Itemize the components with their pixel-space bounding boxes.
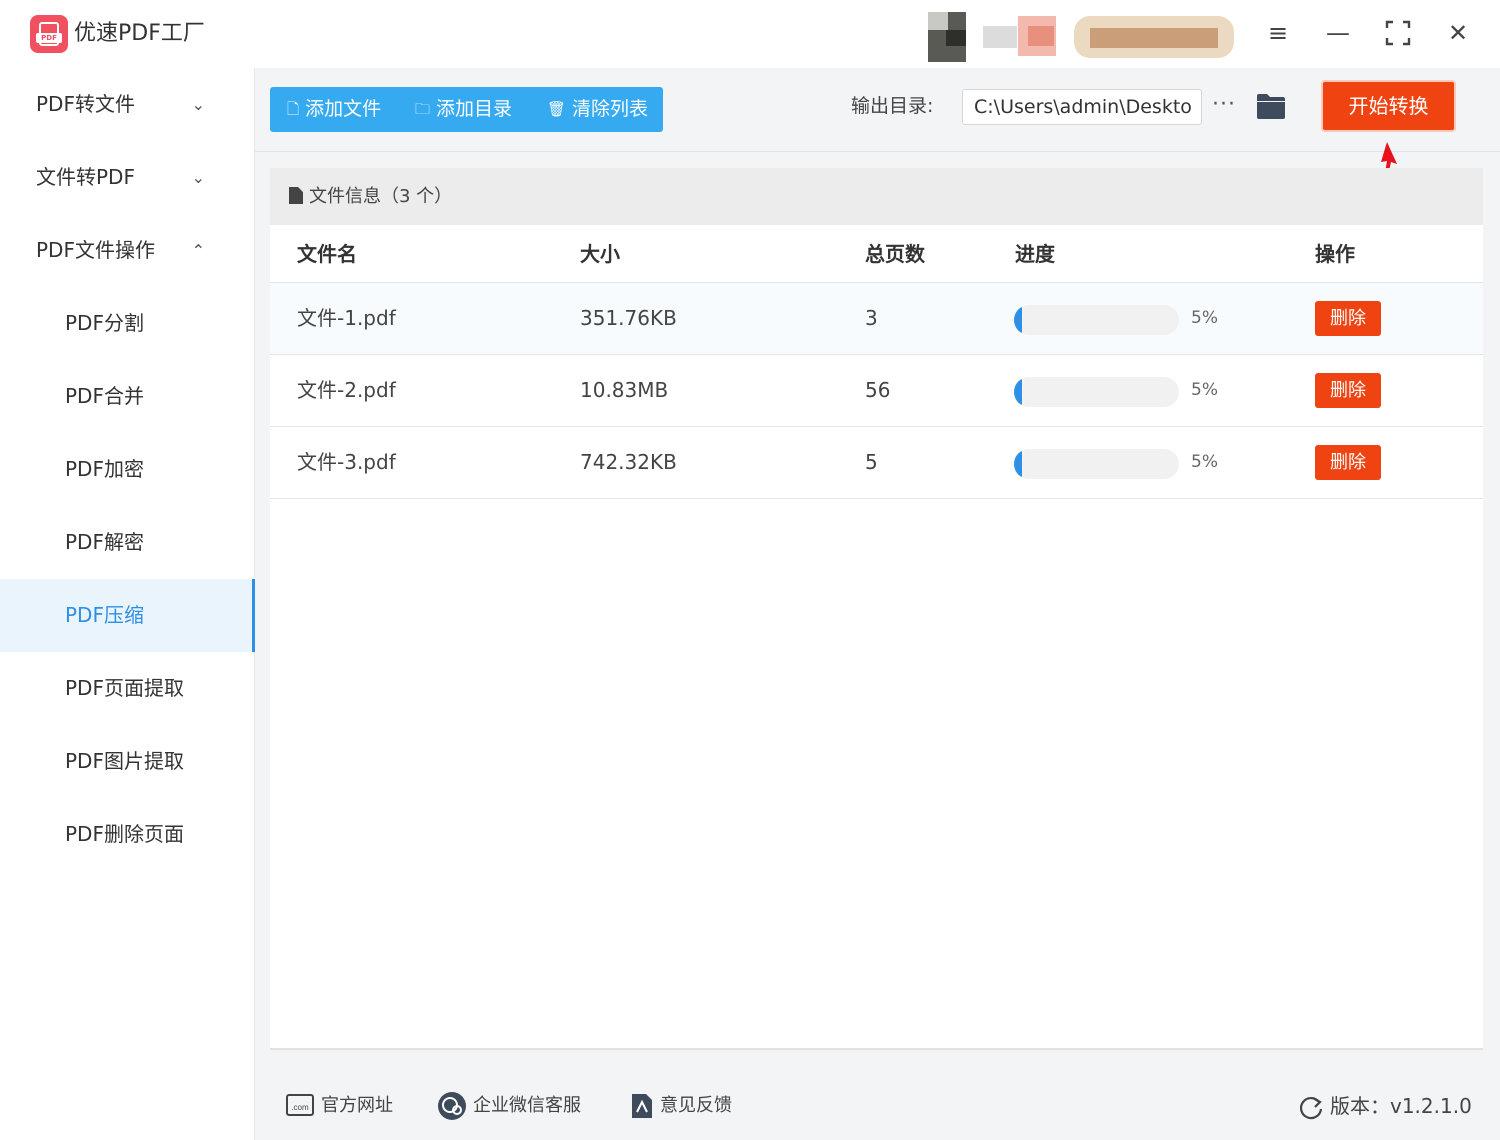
delete-button[interactable]: 删除 (1315, 373, 1381, 408)
main-area: 🗋 添加文件 🗀 添加目录 🗑 清除列表 输出目录: ··· 开始转换 文件信息（3 … (255, 68, 1500, 1140)
file-icon: 🗋 (287, 100, 300, 118)
sidebar-item-pdf-image-extract[interactable]: PDF图片提取 (0, 725, 255, 798)
sidebar-item-pdf-decrypt[interactable]: PDF解密 (0, 506, 255, 579)
refresh-icon (1299, 1096, 1323, 1119)
website-label: 官方网址 (321, 1095, 393, 1116)
version-info[interactable]: 版本：v1.2.1.0 (1298, 1090, 1472, 1122)
add-folder-label: 添加目录 (436, 98, 513, 120)
app-logo-icon: PDF (30, 15, 68, 53)
wechat-icon (438, 1092, 466, 1120)
start-convert-button[interactable]: 开始转换 (1321, 80, 1456, 132)
file-action-group: 🗋 添加文件 🗀 添加目录 🗑 清除列表 (270, 87, 663, 132)
app-title: 优速PDF工厂 (74, 21, 205, 46)
progress-text: 5% (1191, 380, 1218, 400)
sidebar-group-pdf-to-file[interactable]: PDF转文件 ⌄ (0, 68, 255, 141)
progress-text: 5% (1191, 452, 1218, 472)
file-name: 文件-2.pdf (297, 378, 396, 402)
folder-outline-icon: 🗀 (415, 100, 431, 118)
file-size: 351.76KB (580, 306, 677, 330)
sidebar-item-pdf-compress[interactable]: PDF压缩 (0, 579, 255, 652)
file-size: 10.83MB (580, 378, 669, 402)
sidebar-group-label: PDF文件操作 (36, 238, 155, 262)
column-header-filename: 文件名 (297, 242, 357, 266)
sidebar-item-pdf-split[interactable]: PDF分割 (0, 287, 255, 360)
sidebar-group-label: 文件转PDF (36, 165, 135, 189)
file-list-panel: 文件信息（3 个） 文件名 大小 总页数 进度 操作 文件-1.pdf 351.… (270, 168, 1483, 1050)
feedback-icon (632, 1094, 652, 1118)
website-icon: .com (286, 1094, 314, 1116)
sidebar-item-pdf-delete-pages[interactable]: PDF删除页面 (0, 798, 255, 871)
column-header-action: 操作 (1315, 242, 1355, 266)
table-row: 文件-3.pdf 742.32KB 5 5% 删除 (270, 427, 1483, 499)
file-pages: 5 (865, 450, 878, 474)
wechat-label: 企业微信客服 (473, 1095, 581, 1116)
app-logo-text: PDF (36, 33, 62, 43)
minimize-icon[interactable]: — (1323, 18, 1353, 48)
file-pages: 3 (865, 306, 878, 330)
progress-bar (1014, 305, 1179, 335)
version-label: 版本：v1.2.1.0 (1330, 1094, 1472, 1118)
toolbar: 🗋 添加文件 🗀 添加目录 🗑 清除列表 输出目录: ··· 开始转换 (255, 68, 1500, 208)
file-name: 文件-3.pdf (297, 450, 396, 474)
chevron-up-icon: ⌃ (191, 241, 205, 260)
file-info-title: 文件信息（3 个） (309, 186, 453, 207)
trash-icon: 🗑 (547, 100, 567, 118)
sidebar-group-label: PDF转文件 (36, 92, 135, 116)
sidebar-item-pdf-encrypt[interactable]: PDF加密 (0, 433, 255, 506)
add-file-button[interactable]: 🗋 添加文件 (287, 87, 381, 132)
file-info-header: 文件信息（3 个） (270, 168, 1483, 225)
chevron-down-icon: ⌄ (191, 95, 205, 114)
title-bar: PDF 优速PDF工厂 ≡ — ✕ (0, 0, 1500, 68)
chevron-down-icon: ⌄ (191, 168, 205, 187)
progress-bar (1014, 449, 1179, 479)
feedback-link[interactable]: 意见反馈 (630, 1090, 732, 1122)
add-file-label: 添加文件 (305, 98, 382, 120)
fullscreen-icon[interactable] (1383, 18, 1413, 48)
more-options-icon[interactable]: ··· (1212, 90, 1236, 120)
table-row: 文件-2.pdf 10.83MB 56 5% 删除 (270, 355, 1483, 427)
wechat-support-link[interactable]: 企业微信客服 (437, 1090, 581, 1122)
output-dir-input[interactable] (962, 89, 1202, 125)
feedback-label: 意见反馈 (660, 1095, 732, 1116)
progress-text: 5% (1191, 308, 1218, 328)
document-icon (289, 187, 303, 204)
sidebar-group-pdf-operations[interactable]: PDF文件操作 ⌃ (0, 214, 255, 287)
table-row: 文件-1.pdf 351.76KB 3 5% 删除 (270, 283, 1483, 355)
file-pages: 56 (865, 378, 891, 402)
sidebar-item-pdf-page-extract[interactable]: PDF页面提取 (0, 652, 255, 725)
add-folder-button[interactable]: 🗀 添加目录 (415, 87, 512, 132)
website-icon-text: .com (291, 1103, 309, 1112)
website-link[interactable]: .com 官方网址 (285, 1090, 393, 1122)
progress-bar (1014, 377, 1179, 407)
column-header-pages: 总页数 (865, 242, 925, 266)
file-name: 文件-1.pdf (297, 306, 396, 330)
footer: .com 官方网址 企业微信客服 意见反馈 版本：v1.2.1.0 (255, 1070, 1500, 1140)
menu-icon[interactable]: ≡ (1263, 18, 1293, 48)
output-dir-label: 输出目录: (851, 95, 934, 117)
sidebar: PDF转文件 ⌄ 文件转PDF ⌄ PDF文件操作 ⌃ PDF分割 PDF合并 … (0, 68, 255, 1140)
delete-button[interactable]: 删除 (1315, 301, 1381, 336)
open-folder-icon[interactable] (1256, 92, 1286, 120)
close-icon[interactable]: ✕ (1443, 18, 1473, 48)
file-size: 742.32KB (580, 450, 677, 474)
clear-list-button[interactable]: 🗑 清除列表 (547, 87, 648, 132)
sidebar-item-pdf-merge[interactable]: PDF合并 (0, 360, 255, 433)
column-header-size: 大小 (580, 242, 620, 266)
sidebar-group-file-to-pdf[interactable]: 文件转PDF ⌄ (0, 141, 255, 214)
clear-list-label: 清除列表 (572, 98, 649, 120)
column-header-progress: 进度 (1015, 242, 1055, 266)
blurred-user-area (928, 12, 1236, 62)
delete-button[interactable]: 删除 (1315, 445, 1381, 480)
